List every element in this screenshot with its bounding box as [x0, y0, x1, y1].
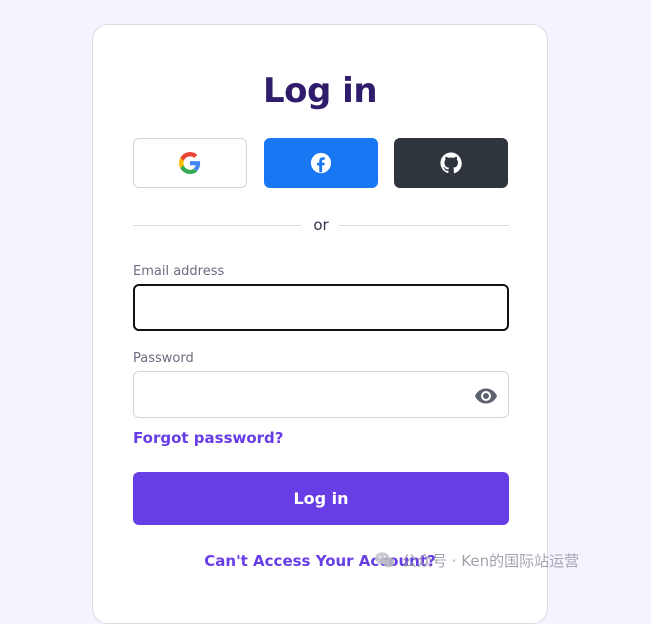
login-button[interactable]: Log in	[133, 472, 509, 525]
watermark-text: 公众号 · Ken的国际站运营	[402, 551, 580, 570]
google-icon	[179, 152, 201, 174]
google-login-button[interactable]	[133, 138, 247, 188]
or-divider: or	[133, 215, 509, 235]
page-title: Log in	[262, 71, 378, 111]
email-field[interactable]	[135, 286, 507, 329]
divider-line-right	[339, 225, 509, 226]
password-field[interactable]	[134, 372, 508, 417]
github-login-button[interactable]	[394, 138, 508, 188]
watermark: 公众号 · Ken的国际站运营	[374, 548, 579, 572]
password-label: Password	[133, 351, 194, 366]
facebook-icon	[310, 152, 332, 174]
wechat-icon	[375, 552, 395, 568]
login-card: Log in or Email address Password Forgot …	[92, 24, 548, 624]
email-field-wrapper	[133, 284, 509, 331]
password-field-wrapper	[133, 371, 509, 418]
github-icon	[440, 152, 462, 174]
email-label: Email address	[133, 264, 225, 279]
eye-icon[interactable]	[474, 384, 498, 408]
forgot-password-link[interactable]: Forgot password?	[133, 429, 284, 447]
facebook-login-button[interactable]	[264, 138, 378, 188]
social-login-row	[133, 138, 509, 189]
